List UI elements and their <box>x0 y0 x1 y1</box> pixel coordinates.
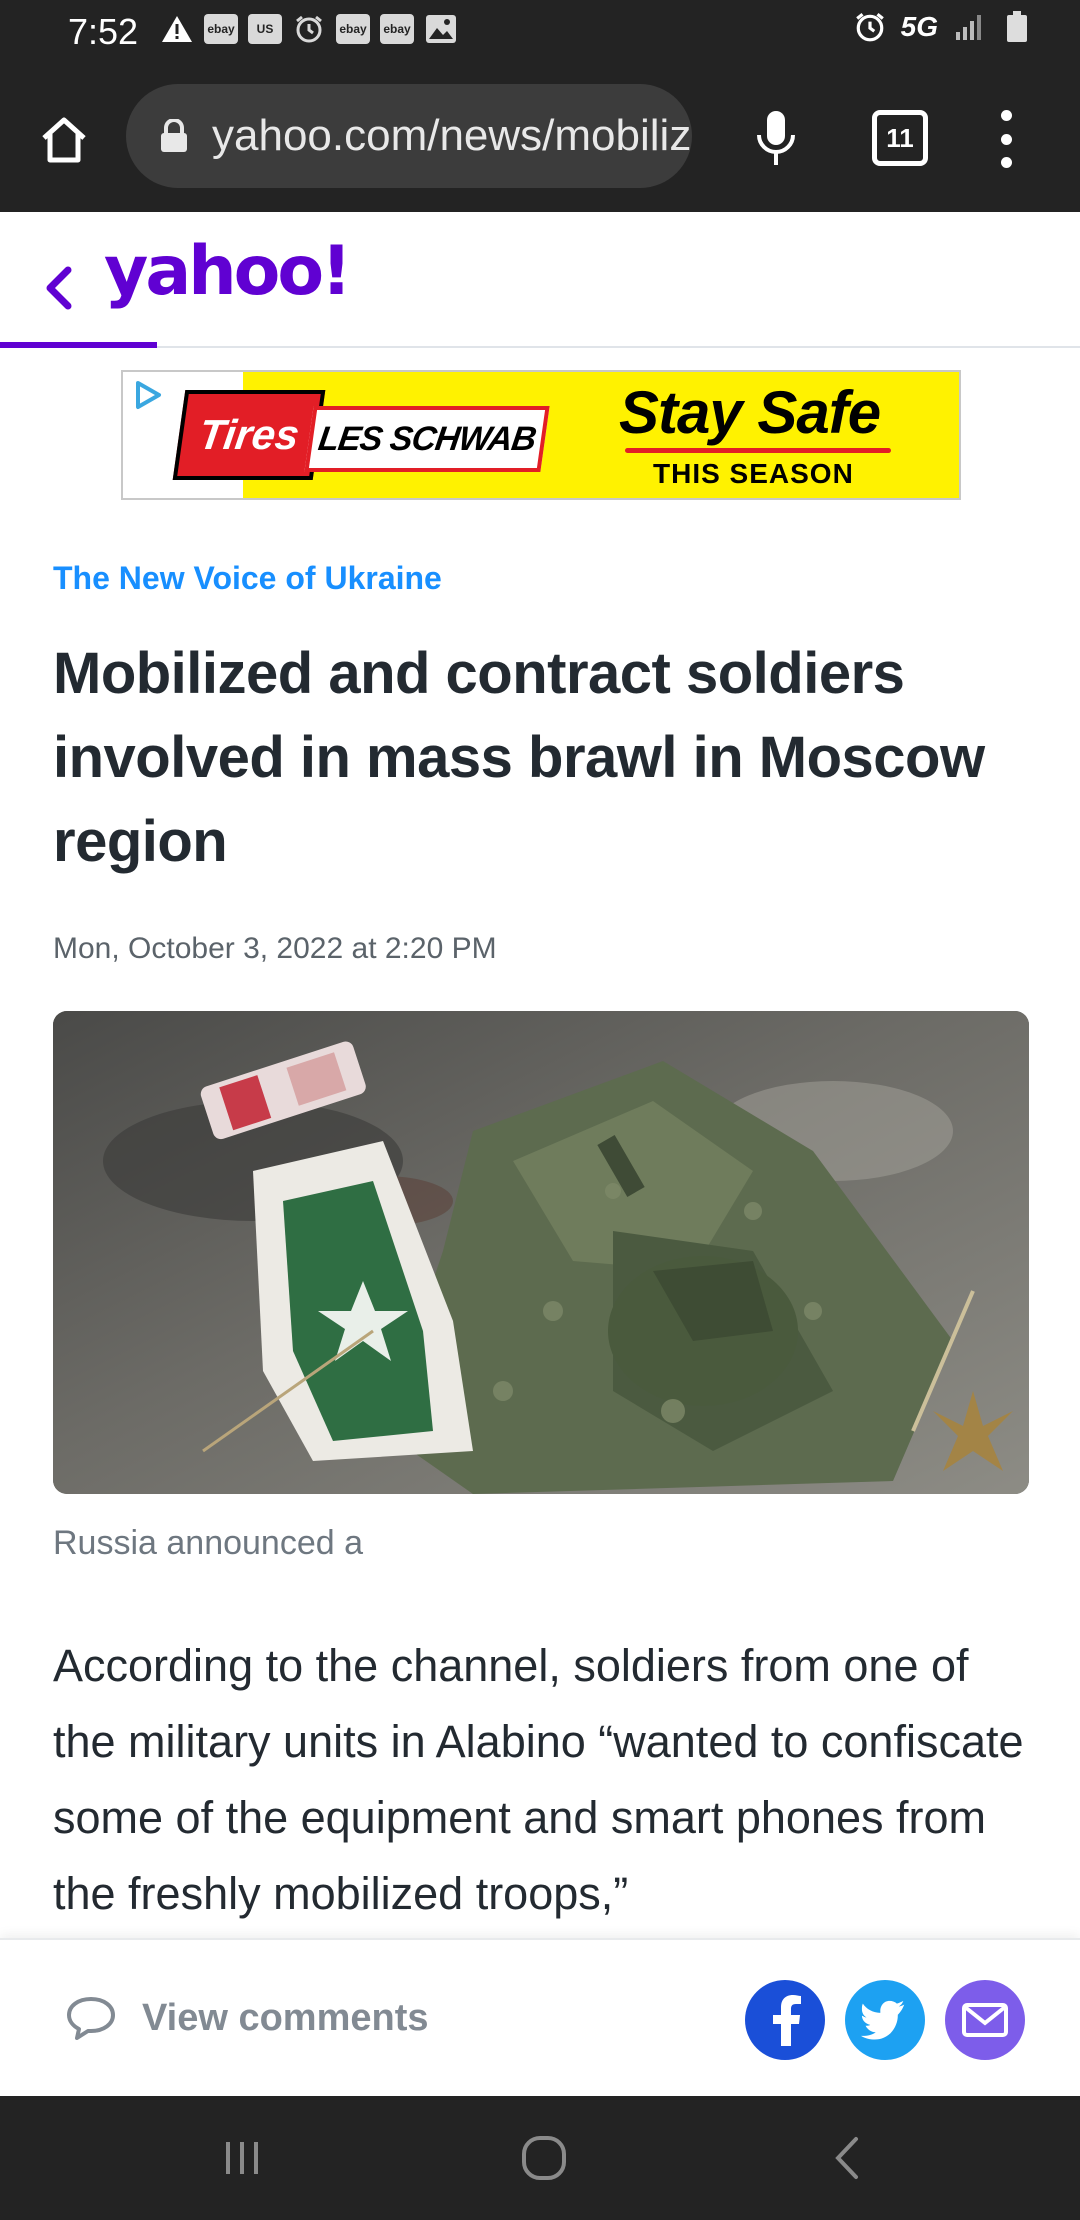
browser-toolbar: yahoo.com/news/mobilized-contract-soldie… <box>0 64 1080 212</box>
ad-brand-tires: Tires <box>172 390 326 480</box>
url-field[interactable]: yahoo.com/news/mobilized-contract-soldie… <box>126 84 692 188</box>
share-facebook-button[interactable] <box>745 1980 825 2060</box>
ad-brand-logo: Tires LES SCHWAB <box>172 384 550 484</box>
article-hero-image[interactable] <box>53 1011 1029 1494</box>
article-headline: Mobilized and contract soldiers involved… <box>53 641 985 874</box>
ad-brand-name: LES SCHWAB <box>304 406 550 472</box>
site-header: yahoo! <box>0 212 1080 348</box>
voice-search-button[interactable] <box>744 104 808 174</box>
alarm-icon <box>292 12 326 46</box>
more-vert-icon <box>1000 110 1012 121</box>
network-label: 5G <box>900 11 938 42</box>
yahoo-logo[interactable]: yahoo! <box>104 232 352 312</box>
tabs-button[interactable]: 11 <box>872 110 928 166</box>
battery-icon <box>1000 10 1034 44</box>
warning-icon <box>160 12 194 46</box>
comment-icon <box>67 1997 115 2040</box>
twitter-icon <box>861 2000 905 2040</box>
adchoices-icon[interactable] <box>133 380 163 410</box>
ad-banner[interactable]: Tires LES SCHWAB Stay Safe THIS SEASON <box>121 370 961 500</box>
home-circle-icon <box>522 2136 566 2180</box>
system-nav-bar <box>0 2096 1080 2220</box>
mic-icon <box>757 111 795 165</box>
chevron-left-icon <box>46 266 72 310</box>
recent-apps-icon <box>226 2142 258 2174</box>
status-time: 7:52 <box>68 11 139 52</box>
article-photo <box>53 1011 1029 1494</box>
home-button[interactable] <box>32 108 96 172</box>
image-icon <box>424 12 458 46</box>
status-bar: 7:52 ebay US ebay ebay 5G <box>0 0 1080 64</box>
ebay-icon: ebay <box>336 14 370 44</box>
share-email-button[interactable] <box>945 1980 1025 2060</box>
facebook-icon <box>773 1995 801 2046</box>
lock-icon <box>161 119 187 152</box>
nav-home-button[interactable] <box>514 2128 574 2188</box>
ad-headline: Stay Safe <box>619 379 881 446</box>
ebay-icon: ebay <box>380 14 414 44</box>
url-text: yahoo.com/news/mobilized-contract-soldie… <box>212 111 692 160</box>
home-icon <box>42 117 86 163</box>
view-comments-label: View comments <box>142 1996 429 2039</box>
share-twitter-button[interactable] <box>845 1980 925 2060</box>
article-body: According to the channel, soldiers from … <box>53 1640 1024 1919</box>
us-icon: US <box>248 14 282 44</box>
article-action-bar: View comments <box>0 1938 1080 2096</box>
system-status-icons: 5G <box>853 10 1034 44</box>
header-active-indicator <box>0 342 157 348</box>
nav-back-button[interactable] <box>818 2128 878 2188</box>
article-provider[interactable]: The New Voice of Ukraine <box>53 560 442 597</box>
email-icon <box>962 2003 1008 2037</box>
ad-subline: THIS SEASON <box>653 458 854 489</box>
article-timestamp: Mon, October 3, 2022 at 2:20 PM <box>53 932 497 965</box>
more-menu-button[interactable] <box>984 104 1028 174</box>
view-comments-button[interactable]: View comments <box>66 1978 429 2058</box>
image-caption: Russia announced a <box>53 1524 364 1562</box>
back-button[interactable] <box>38 258 78 314</box>
signal-icon <box>952 10 986 44</box>
back-arrow-icon <box>835 2137 858 2179</box>
recent-apps-button[interactable] <box>212 2128 272 2188</box>
notification-icons: ebay US ebay ebay <box>160 12 458 46</box>
alarm-icon <box>853 10 887 44</box>
ebay-icon: ebay <box>204 14 238 44</box>
